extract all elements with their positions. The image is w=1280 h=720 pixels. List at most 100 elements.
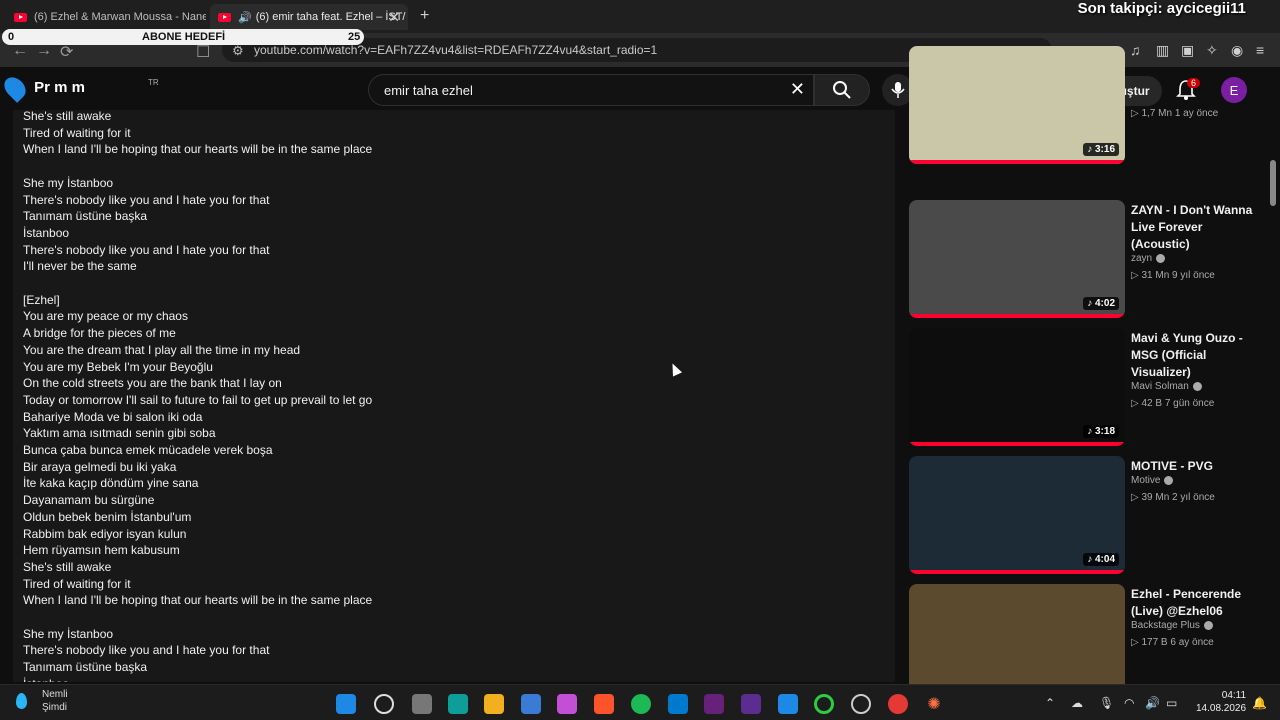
goal-target: 25 xyxy=(348,31,361,43)
channel-name[interactable]: Mavi Solman xyxy=(1131,381,1202,392)
obs-icon[interactable] xyxy=(851,694,871,714)
lyric-line: Bunca çaba bunca emek mücadele verek boş… xyxy=(23,443,273,457)
raindrop-icon xyxy=(16,693,27,709)
sidebar-icon[interactable]: ▥ xyxy=(1156,42,1169,59)
stream-follower-overlay: Son takipçi: aycicegii11 xyxy=(1077,0,1246,17)
spotify-icon[interactable] xyxy=(631,694,651,714)
video-meta: ▷ 177 B 6 ay önce xyxy=(1131,637,1214,648)
cloud-icon[interactable]: ☁ xyxy=(1071,696,1083,710)
new-tab-button[interactable]: + xyxy=(420,7,429,25)
channel-name[interactable]: Backstage Plus xyxy=(1131,620,1213,631)
location-pin-icon xyxy=(0,73,30,103)
youtube-logo[interactable]: Pr m m xyxy=(0,73,85,103)
menu-icon[interactable]: ≡ xyxy=(1256,42,1264,58)
video-meta: ▷ 31 Mn 9 yıl önce xyxy=(1131,270,1215,281)
brave-icon[interactable] xyxy=(594,694,614,714)
wifi-icon[interactable]: ◠ xyxy=(1124,696,1134,710)
mic-tray-icon[interactable]: 🎙 xyxy=(1099,696,1114,710)
verified-icon xyxy=(1192,381,1202,391)
verified-icon xyxy=(1164,475,1174,485)
visual-studio-alt-icon[interactable] xyxy=(741,694,761,714)
region-code: TR xyxy=(148,78,159,87)
lyric-line: Tanımam üstüne başka xyxy=(23,209,148,224)
lyric-line: Today or tomorrow I'll sail to future to… xyxy=(23,392,373,407)
video-thumbnail[interactable]: ♪ 4:04 xyxy=(909,456,1125,574)
search-button[interactable] xyxy=(814,74,870,106)
task-view-icon[interactable] xyxy=(412,694,432,714)
video-meta: ▷ 1,7 Mn 1 ay önce xyxy=(1131,108,1219,119)
app-a-icon[interactable] xyxy=(778,694,798,714)
page-scrollbar[interactable] xyxy=(1270,160,1276,206)
clear-search-icon[interactable]: ✕ xyxy=(790,79,805,100)
lyric-line: She's still awake xyxy=(23,110,112,123)
lyric-line: I'll never be the same xyxy=(23,259,137,274)
ai-icon[interactable]: ✧ xyxy=(1206,42,1218,59)
volume-icon[interactable]: 🔊 xyxy=(1145,696,1160,710)
video-thumbnail[interactable]: ♪ 3:16 xyxy=(909,46,1125,164)
notification-center-icon[interactable]: 🔔 xyxy=(1252,696,1267,710)
duration-badge: ♪ 4:02 xyxy=(1083,297,1119,310)
tray-chevron-icon[interactable]: ⌃ xyxy=(1045,696,1055,710)
system-clock[interactable]: 04:11 14.08.2026 xyxy=(1196,689,1246,715)
lyric-line: İstanboo xyxy=(23,677,69,682)
app-red-icon[interactable] xyxy=(888,694,908,714)
search-input[interactable]: emir taha ezhel ✕ xyxy=(368,74,814,106)
site-info-icon[interactable]: ⚙ xyxy=(232,43,244,59)
lyric-line: She's still awake xyxy=(23,559,112,574)
video-title[interactable]: Mavi & Yung Ouzo - MSG (Official Visuali… xyxy=(1131,330,1261,381)
lyric-line: She my İstanboo xyxy=(23,626,114,641)
search-icon xyxy=(833,81,851,99)
microphone-icon xyxy=(891,82,905,98)
lyric-line: Tired of waiting for it xyxy=(23,125,131,140)
video-meta: ▷ 39 Mn 2 yıl önce xyxy=(1131,492,1215,503)
vscode-icon[interactable] xyxy=(668,694,688,714)
file-explorer-icon[interactable] xyxy=(484,694,504,714)
video-meta: ▷ 42 B 7 gün önce xyxy=(1131,398,1215,409)
duration-badge: ♪ 4:04 xyxy=(1083,553,1119,566)
lyric-line: There's nobody like you and I hate you f… xyxy=(23,643,270,658)
channel-name[interactable]: zayn xyxy=(1131,253,1166,264)
bookmark-icon[interactable]: ☐ xyxy=(196,42,210,62)
video-thumbnail[interactable]: ♪ 4:02 xyxy=(909,200,1125,318)
search-value: emir taha ezhel xyxy=(384,83,473,98)
youtube-favicon-icon xyxy=(218,12,231,22)
youtube-favicon-icon xyxy=(14,12,27,22)
ring-app-icon[interactable] xyxy=(814,694,834,714)
subscriber-goal-overlay: 0 ABONE HEDEFİ 25 xyxy=(2,29,364,45)
weather-widget[interactable]: Nemli Şimdi xyxy=(16,688,68,714)
lyric-line: Dayanamam bu sürgüne xyxy=(23,493,155,508)
lyric-line: Rabbim bak ediyor isyan kulun xyxy=(23,526,187,541)
watch-progress-bar xyxy=(909,570,1125,574)
lyric-line: Bahariye Moda ve bi salon iki oda xyxy=(23,409,203,424)
battery-icon[interactable]: ▭ xyxy=(1166,696,1177,710)
lyric-line: There's nobody like you and I hate you f… xyxy=(23,242,270,257)
browser-tab-2[interactable]: 🔊 (6) emir taha feat. Ezhel – İST/ ✕ xyxy=(210,4,408,30)
browser-tab-1[interactable]: (6) Ezhel & Marwan Moussa - Nane xyxy=(6,4,206,30)
reload-icon[interactable]: ⟳ xyxy=(60,42,73,62)
video-thumbnail[interactable]: ♪ 3:18 xyxy=(909,328,1125,446)
app-star-icon[interactable]: ✺ xyxy=(924,694,944,714)
lyric-line: She my İstanboo xyxy=(23,175,114,190)
edge-icon[interactable] xyxy=(448,694,468,714)
music-icon[interactable]: ♫ xyxy=(1130,42,1141,58)
video-title[interactable]: MOTIVE - PVG xyxy=(1131,458,1261,475)
lyric-line: İstanboo xyxy=(23,225,70,240)
video-title[interactable]: Ezhel - Pencerende (Live) @Ezhel06 xyxy=(1131,586,1261,620)
avatar[interactable]: E xyxy=(1221,77,1247,103)
visual-studio-icon[interactable] xyxy=(704,694,724,714)
channel-name[interactable]: Motive xyxy=(1131,475,1174,486)
store-icon[interactable] xyxy=(521,694,541,714)
copilot-icon[interactable] xyxy=(557,694,577,714)
lyric-line: When I land I'll be hoping that our hear… xyxy=(23,593,373,608)
lyric-line: On the cold streets you are the bank tha… xyxy=(23,376,282,391)
vpn-icon[interactable]: ◉ xyxy=(1231,42,1243,59)
tab-title: (6) emir taha feat. Ezhel – İST/ xyxy=(255,11,406,23)
lyric-line: You are the dream that I play all the ti… xyxy=(23,342,301,357)
search-icon[interactable] xyxy=(374,694,394,714)
lyric-line: There's nobody like you and I hate you f… xyxy=(23,192,270,207)
start-icon[interactable] xyxy=(336,694,356,714)
close-tab-icon[interactable]: ✕ xyxy=(388,9,400,26)
video-title[interactable]: ZAYN - I Don't Wanna Live Forever (Acous… xyxy=(1131,202,1261,253)
lyric-line: İte kaka kaçıp döndüm yine sana xyxy=(23,476,199,491)
wallet-icon[interactable]: ▣ xyxy=(1181,42,1194,59)
